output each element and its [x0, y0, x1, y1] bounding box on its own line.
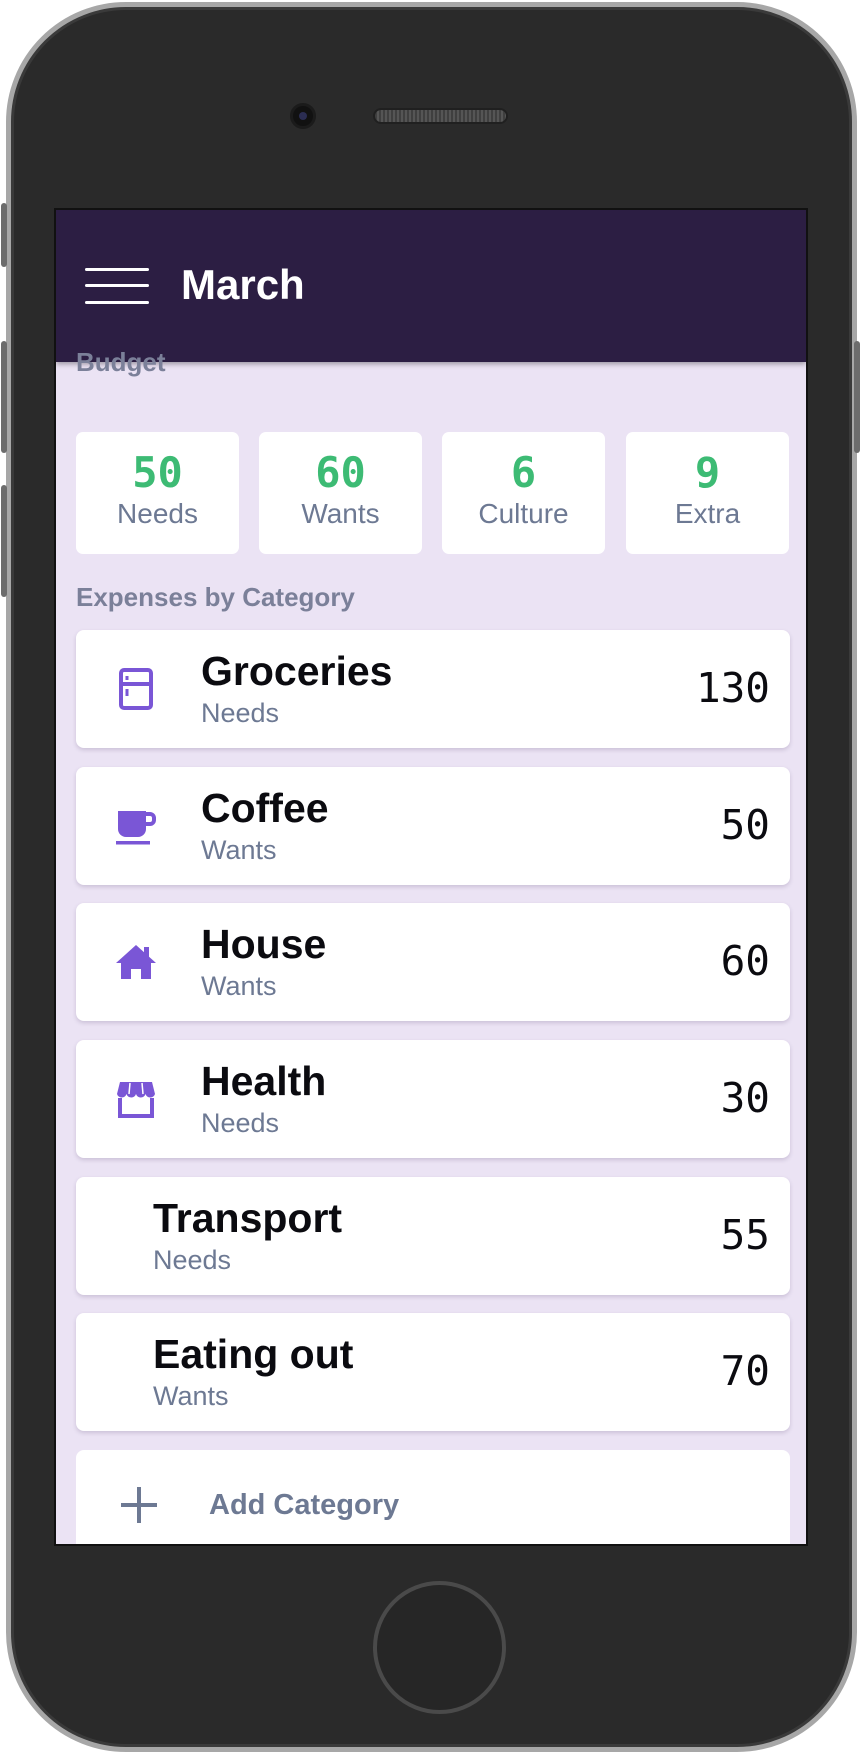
fridge-icon	[119, 668, 153, 710]
app-screen: March Budget 50 Needs 60 Wants 6 Culture…	[54, 208, 808, 1546]
budget-card-extra[interactable]: 9 Extra	[626, 432, 789, 554]
expense-amount: 130	[695, 664, 770, 712]
add-category-button[interactable]: Add Category	[76, 1450, 790, 1544]
budget-value: 6	[510, 448, 537, 497]
expense-amount: 70	[720, 1347, 770, 1395]
expense-category: Needs	[153, 1245, 232, 1275]
expense-name: Health	[201, 1058, 327, 1104]
budget-label: Wants	[301, 498, 380, 529]
plus-icon	[121, 1487, 157, 1523]
home-button[interactable]	[373, 1581, 506, 1714]
budget-value: 9	[694, 448, 721, 497]
budget-value: 60	[315, 448, 366, 497]
top-app-bar: March	[56, 210, 806, 362]
budget-card-culture[interactable]: 6 Culture	[442, 432, 605, 554]
budget-card-wants[interactable]: 60 Wants	[259, 432, 422, 554]
store-icon	[117, 1082, 155, 1118]
budget-section-label: Budget	[76, 347, 166, 377]
front-camera	[290, 103, 316, 129]
expense-item-coffee[interactable]: Coffee Wants 50	[76, 767, 790, 885]
expense-item-house[interactable]: House Wants 60	[76, 903, 790, 1021]
expense-name: Coffee	[201, 785, 329, 831]
page-title: March	[181, 261, 305, 308]
expense-category: Wants	[153, 1381, 229, 1411]
expense-amount: 30	[720, 1074, 770, 1122]
budget-label: Needs	[117, 498, 198, 529]
expense-name: Eating out	[153, 1331, 354, 1377]
expenses-section-label: Expenses by Category	[76, 582, 355, 612]
expense-name: Transport	[153, 1195, 343, 1241]
expense-name: Groceries	[201, 648, 393, 694]
house-icon	[116, 945, 156, 979]
expense-item-groceries[interactable]: Groceries Needs 130	[76, 630, 790, 748]
expense-amount: 60	[720, 937, 770, 985]
budget-card-needs[interactable]: 50 Needs	[76, 432, 239, 554]
expense-category: Wants	[201, 835, 277, 865]
expense-category: Needs	[201, 698, 280, 728]
expense-item-health[interactable]: Health Needs 30	[76, 1040, 790, 1158]
side-button-volume-up	[1, 341, 7, 453]
budget-label: Extra	[674, 498, 741, 529]
expense-item-transport[interactable]: Transport Needs 55	[76, 1177, 790, 1295]
side-button-mute	[1, 203, 7, 267]
budget-label: Culture	[478, 498, 569, 529]
expense-category: Needs	[201, 1108, 280, 1138]
earpiece-speaker	[373, 108, 508, 124]
expense-name: House	[201, 921, 327, 967]
expense-amount: 50	[720, 801, 770, 849]
expense-amount: 55	[720, 1211, 770, 1259]
budget-value: 50	[132, 448, 183, 497]
expense-item-eating-out[interactable]: Eating out Wants 70	[76, 1313, 790, 1431]
side-button-volume-down	[1, 485, 7, 597]
coffee-cup-icon	[116, 811, 156, 845]
add-category-label: Add Category	[209, 1489, 400, 1521]
expense-category: Wants	[201, 971, 277, 1001]
hamburger-menu-icon[interactable]	[85, 268, 149, 304]
side-button-power	[854, 341, 860, 453]
